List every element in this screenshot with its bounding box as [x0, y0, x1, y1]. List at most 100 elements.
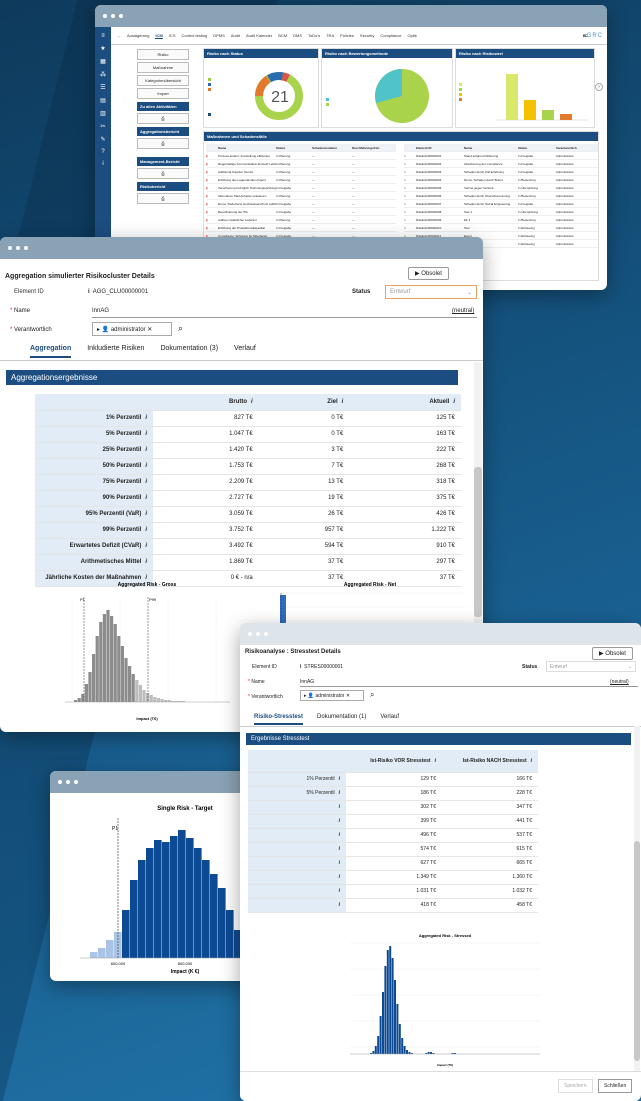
responsible-chip[interactable]: ▸ 👤 administrator ✕: [92, 322, 172, 336]
nav-item[interactable]: Compliance: [380, 33, 401, 38]
histogram-bar: [202, 860, 210, 958]
table-row[interactable]: ▮ Additional Supplier Vendor In Planung — —: [206, 168, 396, 176]
histogram-bar: [396, 1004, 399, 1054]
obsolete-button[interactable]: ▶ Obsolet: [592, 647, 633, 660]
nav-item[interactable]: Policies: [340, 33, 354, 38]
table-row[interactable]: ▮ Regelmäßige Kommunikation Entwurf Leitf…: [206, 160, 396, 168]
search-icon[interactable]: ⌕: [178, 323, 183, 334]
row-label: i: [248, 898, 346, 912]
tab-stresstest[interactable]: Risiko-Stresstest: [254, 714, 304, 725]
tab-history[interactable]: Verlauf: [380, 714, 399, 725]
nav-item[interactable]: Audit: [231, 33, 240, 38]
histogram-bar: [164, 700, 168, 702]
nav-item[interactable]: DPMS: [213, 33, 225, 38]
info-icon[interactable]: i: [95, 161, 111, 167]
responsible-chip[interactable]: ▸ 👤 administrator ✕: [300, 690, 364, 701]
table-row[interactable]: ▮ Benefitsierung der IPA In Freigabe — —: [206, 208, 396, 216]
table-row[interactable]: ● RiskEntri00000008 Test 1 In Überprüfung Ad…: [404, 208, 598, 216]
table-row[interactable]: ● RiskEntri00000007 Schaden durch Social E…: [404, 200, 598, 208]
table-row[interactable]: ▮ Prozess ändern: Freistellung effiziente…: [206, 152, 396, 160]
section-management[interactable]: Management-Bericht: [137, 157, 189, 166]
remove-icon[interactable]: ✕: [346, 693, 350, 699]
table-row[interactable]: ● RiskEntri00000001 Stand aufgrund Witteru…: [404, 152, 598, 160]
value-bars: [459, 74, 588, 121]
table-row[interactable]: ▮ Alternativer Mail-Anbieter evaluieren In…: [206, 192, 396, 200]
status-select[interactable]: Entwurf ⌄: [546, 661, 636, 672]
riskreport-button[interactable]: ⎙: [137, 193, 189, 204]
import-button[interactable]: Import: [137, 88, 189, 99]
table-row[interactable]: ▮ Erhöhung der Produktionskapazität In Fre…: [206, 224, 396, 232]
dashboard-icon[interactable]: ▦: [95, 58, 111, 65]
table-row[interactable]: ▮ Aufbau zusätzlicher Lieferant In Planung…: [206, 216, 396, 224]
table-row[interactable]: ● RiskEntri00000010 Test In Erfassung Admini…: [404, 224, 598, 232]
nav-item[interactable]: Control testing: [181, 33, 207, 38]
table-row[interactable]: ▮ Erhöhung des Lagerstandes (Intern) In Pl…: [206, 176, 396, 184]
tab-documentation[interactable]: Dokumentation (3): [160, 345, 218, 358]
nav-item[interactable]: BCM: [278, 33, 287, 38]
doc-icon[interactable]: ▤: [95, 97, 111, 104]
name-field[interactable]: InnAG: [300, 679, 314, 685]
table-row[interactable]: ● RiskEntri00000005 Verlust gegen Vertrieb…: [404, 184, 598, 192]
menu-icon[interactable]: ≡: [95, 33, 111, 39]
table-row[interactable]: ● RiskEntri00000002 Absicherung der Compli…: [404, 160, 598, 168]
table-row[interactable]: ● RiskEntri00000006 Schaden durch Überschw…: [404, 192, 598, 200]
star-icon[interactable]: ★: [95, 45, 111, 52]
name-field[interactable]: InnAG: [92, 308, 109, 314]
nav-item-active[interactable]: ICM: [155, 33, 163, 39]
section-aggregation[interactable]: Aggregationsbericht: [137, 127, 189, 136]
risk-button[interactable]: Risiko: [137, 49, 189, 60]
tab-documentation[interactable]: Dokumentation (1): [317, 714, 366, 725]
measure-button[interactable]: Maßnahme: [137, 62, 189, 73]
aggregation-button[interactable]: ⎙: [137, 138, 189, 149]
org-icon[interactable]: ⁂: [95, 71, 111, 78]
close-button[interactable]: Schließen: [598, 1079, 633, 1093]
tab-included-risks[interactable]: Inkludierte Risiken: [87, 345, 144, 358]
nav-item[interactable]: Optik: [407, 33, 416, 38]
doc-icon: ▮: [206, 153, 208, 158]
tab-aggregation[interactable]: Aggregation: [30, 345, 72, 358]
footer: Speichern Schließen: [240, 1071, 641, 1101]
neutral-link[interactable]: (neutral): [610, 679, 629, 685]
nav-item[interactable]: Security: [360, 33, 374, 38]
value-aktuell: 222 T€: [436, 447, 455, 453]
p1-label: P1: [80, 597, 86, 602]
tools-icon[interactable]: ✂: [95, 123, 111, 130]
table-row[interactable]: ● RiskEntri00000009 EF 1 In Bewertung Admini…: [404, 216, 598, 224]
chart-icon[interactable]: ▥: [95, 110, 111, 117]
table-row[interactable]: ▮ Demo: Reduzierte Hochwasserschutz auflö…: [206, 200, 396, 208]
neutral-link[interactable]: (neutral): [452, 308, 474, 314]
nav-item[interactable]: ICS: [169, 33, 176, 38]
section-activities[interactable]: Zu allen Aktivitäten: [137, 102, 189, 111]
obsolete-button[interactable]: ▶ Obsolet: [408, 267, 449, 280]
method-panel: Risiko nach Bewertungsmethode: [321, 48, 453, 128]
table-row[interactable]: ● RiskEntri00000003 Schaden durch Zoll-Erh…: [404, 168, 598, 176]
status-select[interactable]: Entwurf ⌄: [385, 285, 477, 299]
wrench-icon[interactable]: ✎: [95, 136, 111, 143]
histogram-bar: [160, 699, 164, 702]
histogram-bar: [135, 680, 139, 702]
management-button[interactable]: ⎙: [137, 168, 189, 179]
category-button[interactable]: Kategorienübersicht: [137, 75, 189, 86]
remove-icon[interactable]: ✕: [147, 327, 152, 333]
help-icon[interactable]: ?: [95, 149, 111, 155]
nav-item[interactable]: DMS: [293, 33, 302, 38]
next-arrow-icon[interactable]: ›: [595, 83, 603, 91]
scrollbar[interactable]: [634, 726, 640, 1071]
save-button[interactable]: Speichern: [558, 1079, 593, 1093]
gross-histogram: Aggregated Risk - Gross P1 P99 Impact (T…: [65, 582, 230, 721]
list-icon[interactable]: ☰: [95, 84, 111, 91]
back-icon[interactable]: ←: [117, 33, 121, 38]
activities-button[interactable]: ⎙: [137, 113, 189, 124]
nav-item[interactable]: Auslagerung: [127, 33, 149, 38]
histogram-bar: [138, 860, 146, 958]
nav-item[interactable]: TRA: [326, 33, 334, 38]
tab-history[interactable]: Verlauf: [234, 345, 256, 358]
table-row[interactable]: ● RiskEntri00000004 Demo: Schaden durch Br…: [404, 176, 598, 184]
row-label: Arithmetisches Mittel i: [35, 554, 153, 570]
section-riskreport[interactable]: Risikobericht: [137, 182, 189, 191]
search-icon[interactable]: ⌕: [370, 690, 374, 700]
nav-item[interactable]: ToDo's: [308, 33, 320, 38]
table-row[interactable]: ▮ Versicherung bezüglich Technologieprüfu…: [206, 184, 396, 192]
nav-item[interactable]: Audit Kalender: [246, 33, 272, 38]
table-row: 99% Perzentil i 3.752 T€ 957 T€ 1.222 T€: [35, 522, 461, 538]
